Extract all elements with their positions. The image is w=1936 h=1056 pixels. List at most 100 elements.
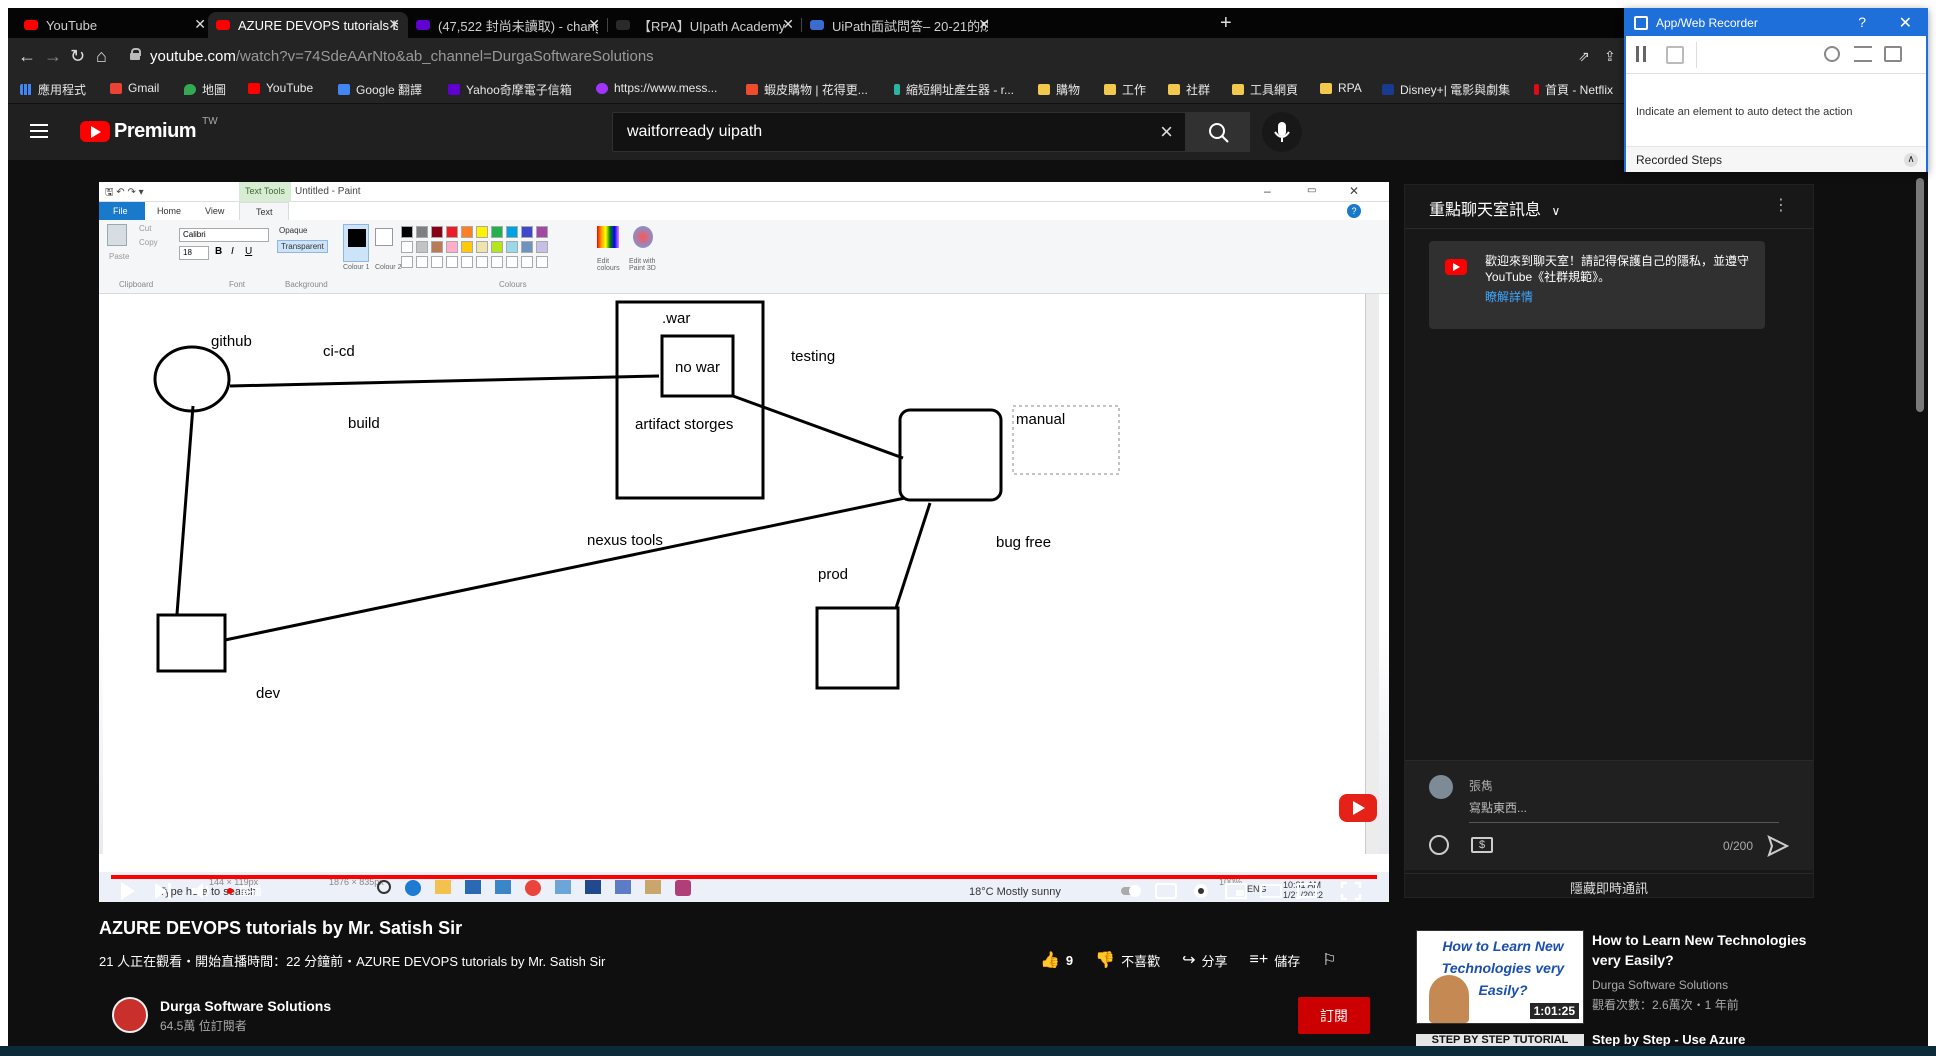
palette-swatch[interactable] — [461, 241, 473, 253]
tab-rpa-academy[interactable]: 【RPA】UIpath Academy - 台部 ✕ — [608, 12, 802, 38]
url-field[interactable]: youtube.com/watch?v=74SdeAArNto&ab_chann… — [150, 48, 654, 65]
palette-swatch[interactable] — [461, 226, 473, 238]
bookmark-folder-social[interactable]: 社群 — [1168, 81, 1210, 98]
palette-swatch[interactable] — [521, 226, 533, 238]
play-button[interactable] — [113, 880, 143, 902]
bookmark-youtube[interactable]: YouTube — [248, 81, 313, 95]
paint-canvas[interactable]: github ci-cd build .war no war artifact … — [103, 298, 1365, 854]
bookmark-folder-tools[interactable]: 工具網頁 — [1232, 81, 1298, 98]
video-progress-bar[interactable] — [111, 875, 1377, 879]
tab-home[interactable]: Home — [157, 206, 181, 216]
channel-avatar[interactable] — [112, 997, 148, 1033]
screen-scan-icon[interactable] — [1884, 46, 1902, 62]
back-arrow-icon[interactable]: ← — [18, 46, 36, 67]
tab-uipath-interview[interactable]: UiPath面試問答– 20-21的成功指 ✕ — [802, 12, 998, 38]
subscribe-watermark[interactable] — [1339, 794, 1377, 822]
cut-button[interactable]: Cut — [139, 224, 151, 233]
chevron-down-icon[interactable]: ∨ — [1551, 204, 1560, 218]
pause-icon[interactable] — [1636, 46, 1646, 62]
forward-arrow-icon[interactable]: → — [44, 46, 62, 67]
search-button[interactable] — [1186, 112, 1250, 152]
palette-swatch[interactable] — [446, 256, 458, 268]
bookmark-apps[interactable]: 應用程式 — [20, 81, 86, 98]
palette-swatch[interactable] — [521, 241, 533, 253]
miniplayer-icon[interactable] — [1224, 880, 1248, 902]
emoji-icon[interactable] — [1429, 835, 1449, 855]
palette-swatch[interactable] — [401, 241, 413, 253]
chat-message-input[interactable]: 寫點東西... — [1469, 799, 1779, 823]
palette-swatch[interactable] — [506, 256, 518, 268]
home-icon[interactable]: ⌂ — [96, 46, 107, 67]
colour-palette[interactable] — [401, 226, 581, 276]
bookmark-folder-work[interactable]: 工作 — [1104, 81, 1146, 98]
save-recording-icon[interactable] — [1666, 46, 1684, 64]
bookmark-folder-rpa[interactable]: RPA — [1320, 81, 1362, 95]
colour2-button[interactable] — [375, 228, 393, 246]
bold-button[interactable]: B — [215, 246, 222, 257]
autoplay-toggle[interactable] — [1119, 880, 1143, 902]
maximize-icon[interactable]: ▭ — [1307, 185, 1316, 196]
live-badge[interactable]: 直播 — [227, 882, 262, 899]
page-scrollbar[interactable] — [1916, 178, 1924, 412]
close-tab-icon[interactable]: ✕ — [978, 16, 990, 33]
palette-swatch[interactable] — [446, 241, 458, 253]
bookmark-maps[interactable]: 地圖 — [184, 81, 226, 98]
font-family-select[interactable]: Calibri — [179, 228, 269, 242]
bookmark-gmail[interactable]: Gmail — [110, 81, 159, 95]
tab-youtube[interactable]: YouTube ✕ — [16, 12, 214, 38]
bookmark-netflix[interactable]: 首頁 - Netflix — [1534, 81, 1613, 98]
clear-search-icon[interactable]: × — [1160, 119, 1173, 145]
bookmark-google-translate[interactable]: Google 翻譯 — [338, 81, 422, 98]
minimize-icon[interactable]: – — [1264, 184, 1271, 198]
palette-swatch[interactable] — [506, 241, 518, 253]
palette-swatch[interactable] — [536, 256, 548, 268]
palette-swatch[interactable] — [521, 256, 533, 268]
palette-swatch[interactable] — [416, 226, 428, 238]
palette-swatch[interactable] — [431, 226, 443, 238]
copy-button[interactable]: Copy — [139, 238, 158, 247]
close-tab-icon[interactable]: ✕ — [194, 16, 206, 33]
video-thumbnail[interactable]: How to Learn New Technologies very Easil… — [1416, 930, 1584, 1024]
italic-button[interactable]: I — [231, 246, 234, 257]
super-chat-icon[interactable]: $ — [1471, 837, 1493, 853]
palette-swatch[interactable] — [476, 226, 488, 238]
palette-swatch[interactable] — [446, 226, 458, 238]
close-tab-icon[interactable]: ✕ — [388, 16, 400, 33]
paste-icon[interactable] — [107, 224, 127, 246]
subscribe-button[interactable]: 訂閱 — [1298, 997, 1370, 1034]
palette-swatch[interactable] — [401, 226, 413, 238]
edit-colours-icon[interactable] — [597, 226, 619, 248]
bookmark-folder-shopping[interactable]: 購物 — [1038, 81, 1080, 98]
font-size-select[interactable]: 18 — [179, 246, 209, 260]
share-page-icon[interactable]: ⇪ — [1604, 48, 1616, 65]
target-icon[interactable] — [1824, 46, 1840, 62]
close-icon[interactable]: ✕ — [1349, 184, 1359, 198]
send-icon[interactable] — [1767, 835, 1789, 857]
colour1-button[interactable] — [343, 224, 369, 262]
paint3d-icon[interactable] — [633, 226, 653, 248]
palette-swatch[interactable] — [416, 241, 428, 253]
bookmark-yahoo-mail[interactable]: Yahoo奇摩電子信箱 — [448, 81, 572, 98]
close-icon[interactable]: ✕ — [1899, 13, 1912, 33]
palette-swatch[interactable] — [491, 256, 503, 268]
palette-swatch[interactable] — [476, 241, 488, 253]
recorded-steps-header[interactable]: Recorded Steps ∧ — [1626, 146, 1926, 172]
report-button[interactable]: ⚐ — [1322, 950, 1336, 970]
search-input[interactable]: waitforready uipath × — [612, 112, 1186, 152]
underline-button[interactable]: U — [245, 246, 252, 257]
close-tab-icon[interactable]: ✕ — [782, 16, 794, 33]
next-button[interactable] — [151, 880, 177, 902]
bookmark-disney[interactable]: Disney+| 電影與劇集 — [1382, 81, 1510, 98]
palette-swatch[interactable] — [476, 256, 488, 268]
subtitles-icon[interactable] — [1154, 880, 1178, 902]
palette-swatch[interactable] — [431, 256, 443, 268]
palette-swatch[interactable] — [401, 256, 413, 268]
canvas-vertical-scrollbar[interactable] — [1365, 294, 1379, 854]
close-tab-icon[interactable]: ✕ — [588, 16, 600, 33]
settings-gear-icon[interactable] — [1189, 880, 1213, 902]
palette-swatch[interactable] — [461, 256, 473, 268]
hide-chat-button[interactable]: 隱藏即時通訊 — [1405, 873, 1813, 899]
save-button[interactable]: ≡+ 儲存 — [1250, 951, 1301, 970]
bookmark-url-shortener[interactable]: 縮短網址產生器 - r... — [894, 81, 1014, 98]
more-options-icon[interactable]: ⋮ — [1773, 195, 1789, 215]
